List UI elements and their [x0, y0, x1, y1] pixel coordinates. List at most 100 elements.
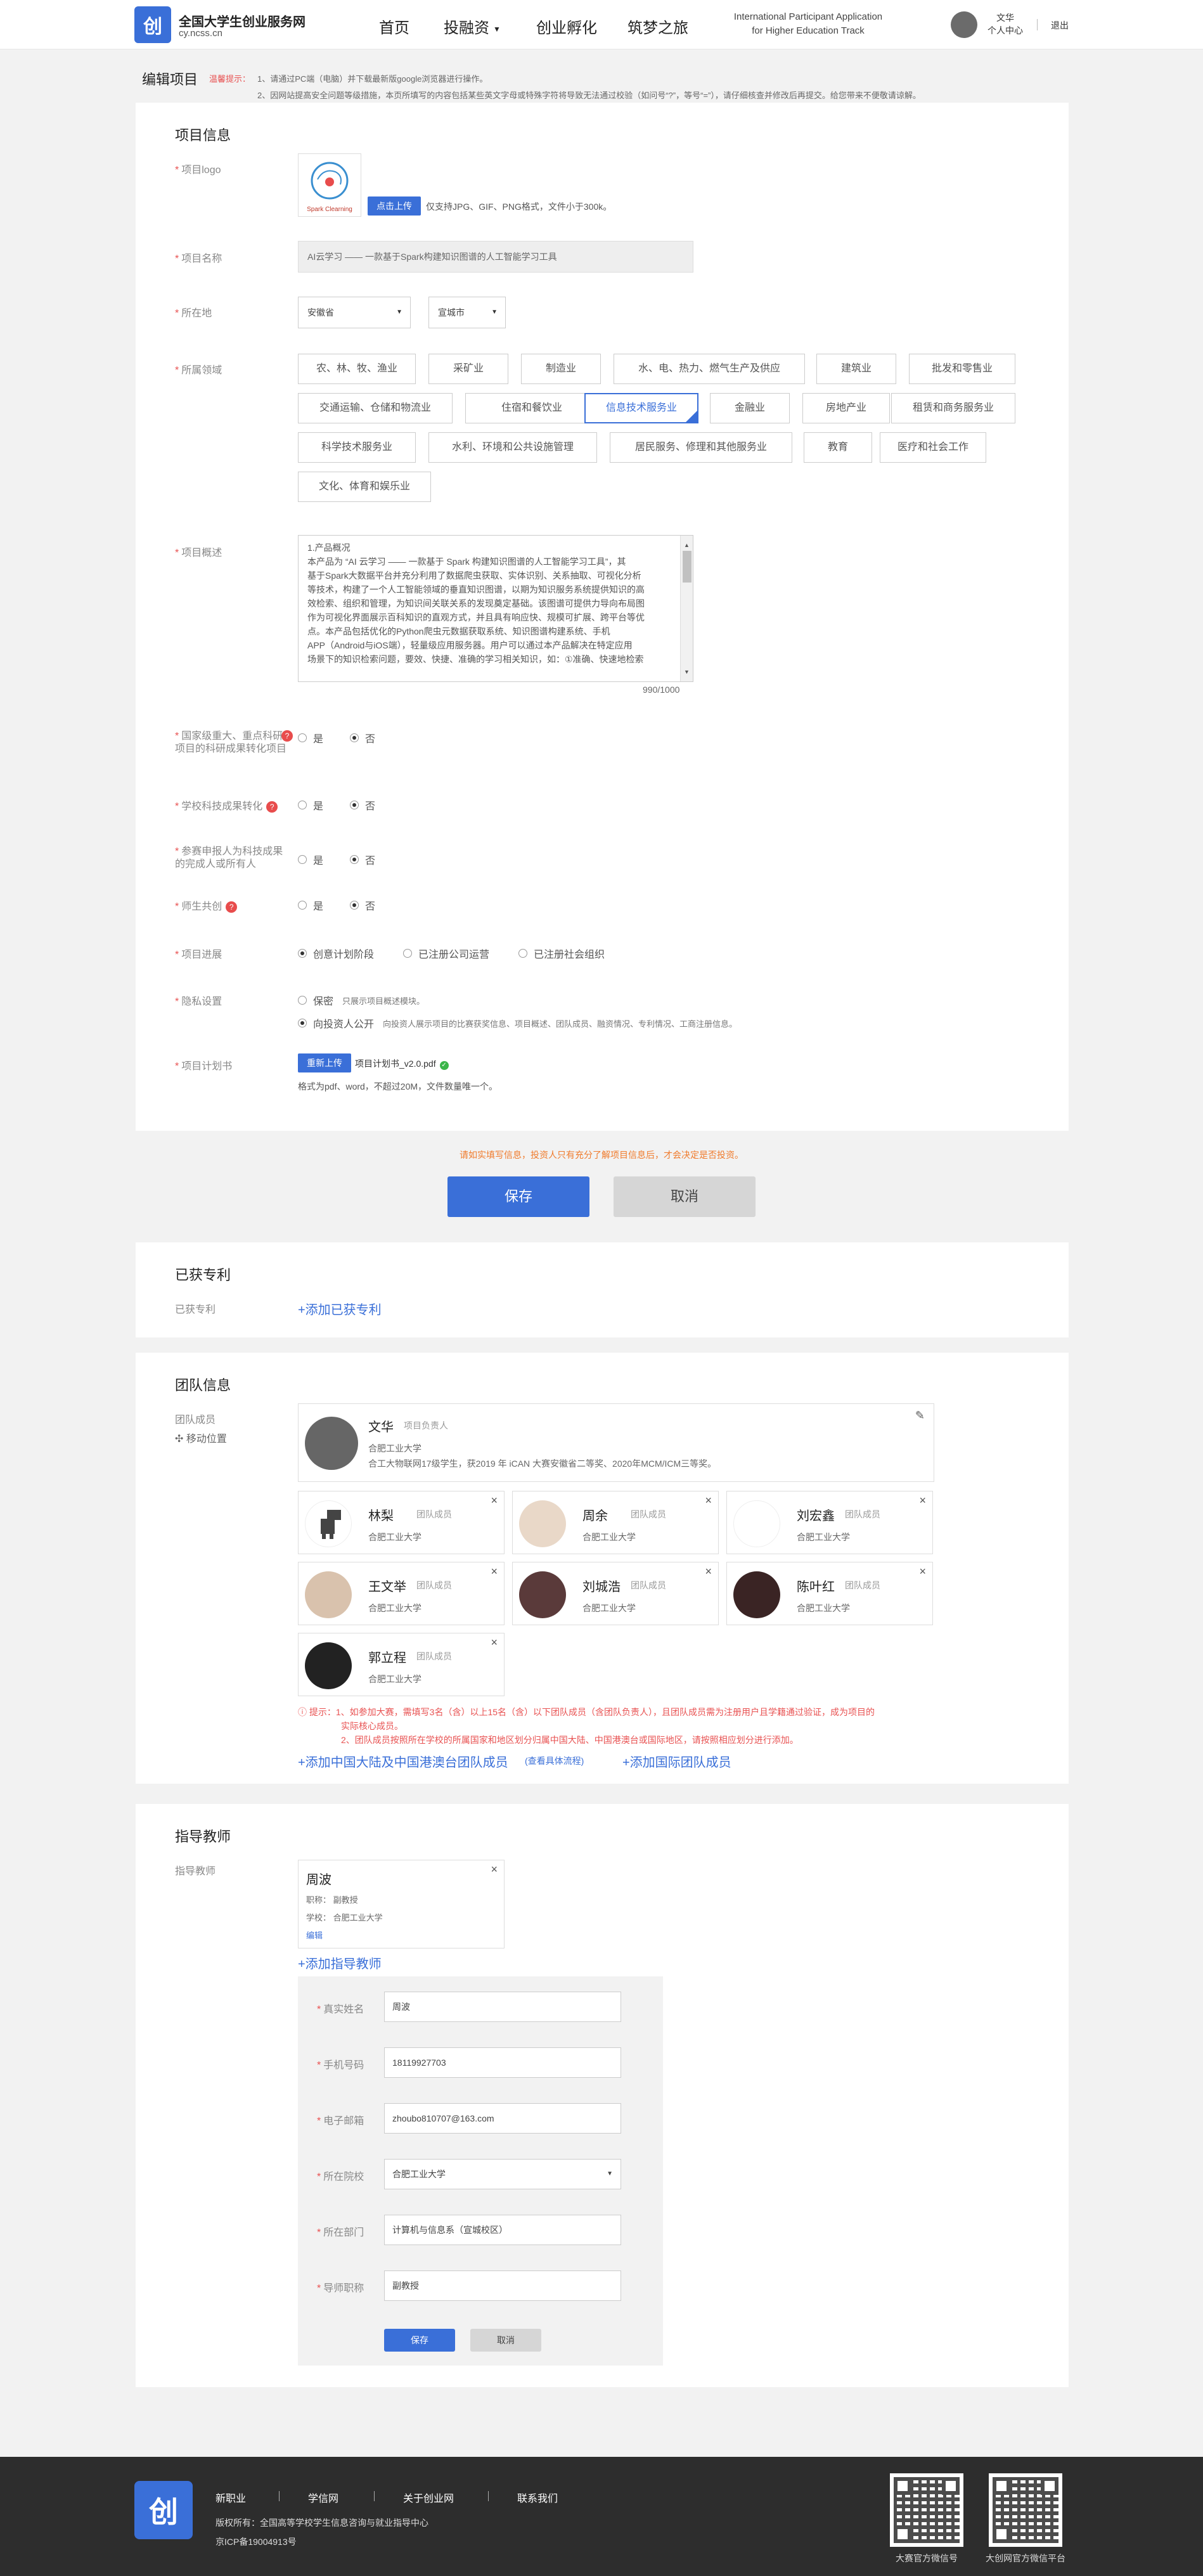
field-tag[interactable]: 租赁和商务服务业 [891, 393, 1015, 423]
question-mark-icon[interactable]: ? [281, 730, 293, 742]
site-title[interactable]: 全国大学生创业服务网 [179, 11, 306, 30]
field-tag[interactable]: 文化、体育和娱乐业 [298, 472, 431, 502]
team-leader-card[interactable]: 文华 项目负责人 合肥工业大学 合工大物联网17级学生，获2019 年 iCAN… [298, 1403, 934, 1482]
footer-link-contact[interactable]: 联系我们 [517, 2490, 558, 2505]
q3-yes-radio[interactable]: 是 [298, 852, 323, 867]
footer-logo-icon[interactable]: 创 [134, 2481, 193, 2539]
question-mark-icon[interactable]: ? [266, 801, 278, 813]
privacy-public-radio[interactable]: 向投资人公开 向投资人展示项目的比赛获奖信息、项目概述、团队成员、融资情况、专利情… [298, 1015, 737, 1031]
progress-company-radio[interactable]: 已注册公司运营 [403, 946, 489, 961]
q2-no-radio[interactable]: 否 [350, 797, 375, 813]
footer-icp[interactable]: 京ICP备19004913号 [216, 2535, 297, 2548]
add-teacher-link[interactable]: +添加指导教师 [298, 1954, 382, 1972]
move-position[interactable]: ✣ 移动位置 [175, 1430, 227, 1445]
nav-incubation[interactable]: 创业孵化 [536, 15, 597, 37]
field-tag[interactable]: 建筑业 [816, 354, 896, 384]
field-tag[interactable]: 交通运输、仓储和物流业 [298, 393, 453, 423]
add-patent-link[interactable]: +添加已获专利 [298, 1299, 382, 1318]
question-mark-icon[interactable]: ? [226, 901, 238, 913]
field-tag[interactable]: 农、林、牧、渔业 [298, 354, 416, 384]
nav-international-track[interactable]: International Participant Application fo… [716, 10, 900, 38]
scroll-up-icon[interactable]: ▲ [684, 538, 690, 552]
save-button[interactable]: 保存 [447, 1176, 589, 1217]
info-circle-icon: ⓘ [298, 1707, 309, 1717]
field-tag[interactable]: 住宿和餐饮业 [465, 393, 598, 423]
footer-link-about[interactable]: 关于创业网 [403, 2490, 454, 2505]
view-flow-link[interactable]: (查看具体流程) [525, 1755, 584, 1767]
scroll-down-icon[interactable]: ▼ [684, 665, 690, 679]
add-domestic-member-link[interactable]: +添加中国大陆及中国港澳台团队成员 [298, 1752, 508, 1770]
city-select[interactable]: 宣城市 ▼ [428, 297, 506, 328]
plan-file[interactable]: 项目计划书_v2.0.pdf ✓ [355, 1057, 449, 1070]
cancel-button[interactable]: 取消 [614, 1176, 756, 1217]
field-tag[interactable]: 教育 [804, 432, 872, 463]
field-tag[interactable]: 采矿业 [428, 354, 508, 384]
user-avatar[interactable] [951, 11, 977, 38]
field-tag[interactable]: 房地产业 [802, 393, 890, 423]
member-role: 团队成员 [845, 1580, 880, 1590]
field-tag[interactable]: 水、电、热力、燃气生产及供应 [614, 354, 805, 384]
nav-home[interactable]: 首页 [379, 15, 409, 37]
teacher-college-select[interactable]: 合肥工业大学 ▼ [384, 2159, 621, 2189]
member-card[interactable]: 刘城浩 团队成员 合肥工业大学 × [512, 1562, 719, 1625]
teacher-save-button[interactable]: 保存 [384, 2329, 455, 2352]
close-icon[interactable]: × [491, 1494, 498, 1507]
edit-pencil-icon[interactable]: ✎ [915, 1409, 925, 1422]
teacher-email-input[interactable]: zhoubo810707@163.com [384, 2103, 621, 2134]
teacher-name-input[interactable]: 周波 [384, 1992, 621, 2022]
footer-link-chsi[interactable]: 学信网 [308, 2490, 338, 2505]
progress-idea-radio[interactable]: 创意计划阶段 [298, 946, 374, 961]
qr-label-platform: 大创网官方微信平台 [986, 2553, 1065, 2563]
nav-dream-journey[interactable]: 筑梦之旅 [627, 15, 688, 37]
scroll-thumb[interactable] [683, 551, 692, 583]
member-card[interactable]: 刘宏鑫 团队成员 合肥工业大学 × [726, 1491, 933, 1554]
field-tag[interactable]: 科学技术服务业 [298, 432, 416, 463]
q1-no-radio[interactable]: 否 [350, 730, 375, 745]
project-desc-textarea[interactable]: 1.产品概况 本产品为 “AI 云学习 —— 一款基于 Spark 构建知识图谱… [298, 535, 693, 682]
user-center-link[interactable]: 个人中心 [986, 24, 1024, 37]
q4-no-radio[interactable]: 否 [350, 898, 375, 913]
footer-link-new-career[interactable]: 新职业 [216, 2490, 246, 2505]
reupload-plan-button[interactable]: 重新上传 [298, 1053, 351, 1072]
close-icon[interactable]: × [919, 1565, 926, 1578]
logout-link[interactable]: 退出 [1051, 19, 1069, 32]
close-icon[interactable]: × [491, 1636, 498, 1649]
q4-yes-radio[interactable]: 是 [298, 898, 323, 913]
add-intl-member-link[interactable]: +添加国际团队成员 [622, 1752, 731, 1770]
field-tag[interactable]: 金融业 [710, 393, 790, 423]
teacher-info-card[interactable]: 周波 职称： 副教授 学校： 合肥工业大学 编辑 × [298, 1860, 505, 1948]
field-tag[interactable]: 批发和零售业 [909, 354, 1015, 384]
teacher-rank-input[interactable]: 副教授 [384, 2270, 621, 2301]
q2-yes-radio[interactable]: 是 [298, 797, 323, 813]
field-tag-selected[interactable]: 信息技术服务业 [584, 393, 698, 423]
member-card[interactable]: 郭立程 团队成员 合肥工业大学 × [298, 1633, 505, 1696]
member-card[interactable]: 林梨 团队成员 合肥工业大学 × [298, 1491, 505, 1554]
project-name-input[interactable]: AI云学习 —— 一款基于Spark构建知识图谱的人工智能学习工具 [298, 241, 693, 273]
close-icon[interactable]: × [705, 1565, 712, 1578]
close-icon[interactable]: × [491, 1565, 498, 1578]
close-icon[interactable]: × [705, 1494, 712, 1507]
close-icon[interactable]: × [919, 1494, 926, 1507]
progress-org-radio[interactable]: 已注册社会组织 [518, 946, 605, 961]
edit-teacher-link[interactable]: 编辑 [306, 1929, 323, 1941]
q3-no-radio[interactable]: 否 [350, 852, 375, 867]
q1-yes-radio[interactable]: 是 [298, 730, 323, 745]
field-tag[interactable]: 制造业 [521, 354, 601, 384]
user-menu[interactable]: 文华 个人中心 [986, 11, 1024, 37]
close-icon[interactable]: × [491, 1863, 498, 1876]
upload-logo-button[interactable]: 点击上传 [368, 196, 421, 216]
member-card[interactable]: 陈叶红 团队成员 合肥工业大学 × [726, 1562, 933, 1625]
privacy-secret-radio[interactable]: 保密 只展示项目概述模块。 [298, 993, 425, 1008]
teacher-phone-input[interactable]: 18119927703 [384, 2047, 621, 2078]
teacher-dept-input[interactable]: 计算机与信息系（宣城校区） [384, 2215, 621, 2245]
field-tag[interactable]: 医疗和社会工作 [880, 432, 986, 463]
desc-scrollbar[interactable]: ▲ ▼ [680, 536, 693, 681]
field-tag[interactable]: 居民服务、修理和其他服务业 [610, 432, 792, 463]
field-tag[interactable]: 水利、环境和公共设施管理 [428, 432, 597, 463]
province-select[interactable]: 安徽省 ▼ [298, 297, 411, 328]
teacher-cancel-button[interactable]: 取消 [470, 2329, 541, 2352]
member-card[interactable]: 王文举 团队成员 合肥工业大学 × [298, 1562, 505, 1625]
member-card[interactable]: 周余 团队成员 合肥工业大学 × [512, 1491, 719, 1554]
site-logo-icon[interactable]: 创 [134, 6, 171, 43]
nav-investment[interactable]: 投融资 ▼ [444, 15, 501, 37]
